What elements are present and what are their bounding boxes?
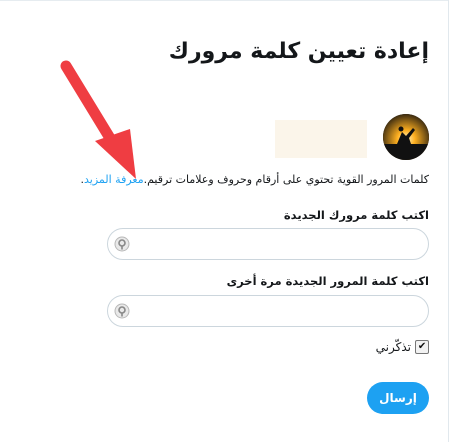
avatar: [383, 114, 429, 160]
password-manager-icon[interactable]: [114, 236, 130, 252]
password-manager-icon[interactable]: [114, 303, 130, 319]
new-password-field[interactable]: [107, 228, 429, 260]
password-hint-text: كلمات المرور القوية تحتوي على أرقام وحرو…: [143, 173, 429, 186]
new-password-label: اكتب كلمة مرورك الجديدة: [283, 208, 429, 222]
page-title: إعادة تعيين كلمة مرورك: [168, 39, 429, 64]
remember-me-label: تذكّرني: [375, 340, 411, 354]
new-password-input[interactable]: [138, 235, 414, 255]
sunset-silhouette-avatar-icon: [383, 114, 429, 160]
confirm-password-field[interactable]: [107, 295, 429, 327]
remember-me-checkbox[interactable]: ✔: [415, 340, 429, 354]
learn-more-link[interactable]: معرفة المزيد: [84, 173, 144, 186]
password-hint: كلمات المرور القوية تحتوي على أرقام وحرو…: [19, 173, 429, 186]
frame-border-top: [0, 0, 449, 1]
confirm-password-input[interactable]: [138, 302, 414, 322]
remember-me[interactable]: ✔ تذكّرني: [376, 340, 429, 354]
confirm-password-label: اكتب كلمة المرور الجديدة مرة أخرى: [226, 274, 429, 288]
submit-button[interactable]: إرسال: [367, 382, 429, 414]
username-placeholder: [275, 120, 367, 158]
